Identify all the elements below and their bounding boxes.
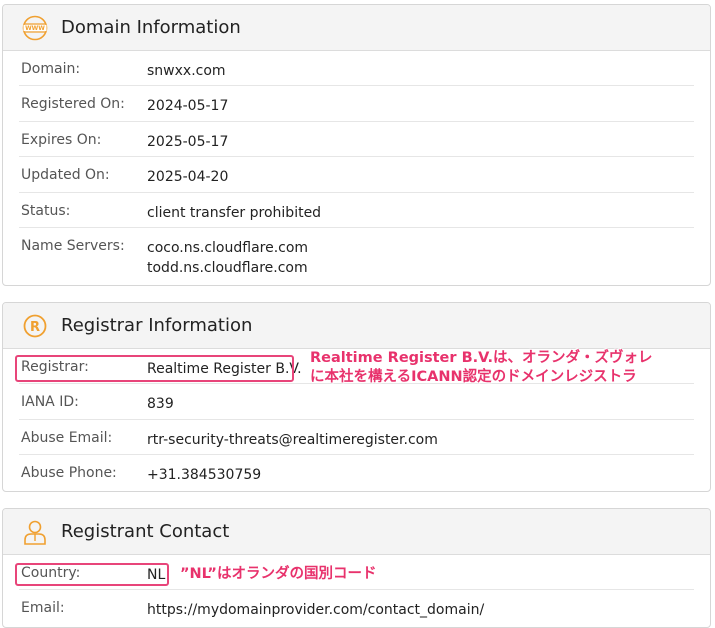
iana-id-row: IANA ID: 839 — [19, 384, 694, 420]
name-servers-row: Name Servers: coco.ns.cloudflare.com tod… — [19, 228, 694, 283]
abuse-phone-row: Abuse Phone: +31.384530759 — [19, 455, 694, 491]
registrar-information-card: R Registrar Information Registrar: Realt… — [2, 302, 711, 492]
registrar-highlight-box — [15, 355, 294, 382]
abuse-phone-value: +31.384530759 — [147, 467, 262, 483]
updated-on-label: Updated On: — [21, 167, 110, 183]
www-icon: WWW — [21, 14, 49, 42]
domain-information-title: Domain Information — [61, 17, 241, 38]
svg-text:R: R — [30, 320, 40, 335]
iana-id-label: IANA ID: — [21, 394, 79, 410]
name-servers-value: coco.ns.cloudflare.com todd.ns.cloudflar… — [147, 238, 308, 278]
registered-on-label: Registered On: — [21, 96, 125, 112]
registered-icon: R — [21, 312, 49, 340]
registrar-information-title: Registrar Information — [61, 315, 253, 336]
domain-value: snwxx.com — [147, 63, 226, 79]
email-label: Email: — [21, 600, 65, 616]
registered-on-value: 2024-05-17 — [147, 98, 229, 114]
registered-on-row: Registered On: 2024-05-17 — [19, 86, 694, 122]
abuse-email-value: rtr-security-threats@realtimeregister.co… — [147, 432, 438, 448]
registrant-contact-header: Registrant Contact — [3, 509, 710, 555]
abuse-email-row: Abuse Email: rtr-security-threats@realti… — [19, 420, 694, 455]
domain-information-header: WWW Domain Information — [3, 5, 710, 51]
status-row: Status: client transfer prohibited — [19, 193, 694, 228]
registrant-contact-title: Registrant Contact — [61, 521, 230, 542]
expires-on-label: Expires On: — [21, 132, 102, 148]
name-servers-label: Name Servers: — [21, 238, 125, 254]
status-value: client transfer prohibited — [147, 205, 322, 221]
abuse-email-label: Abuse Email: — [21, 430, 113, 446]
registrar-annotation-line1: Realtime Register B.V.は、オランダ・ズヴォレ — [310, 350, 653, 366]
updated-on-row: Updated On: 2025-04-20 — [19, 157, 694, 193]
name-server-1: coco.ns.cloudflare.com — [147, 240, 309, 256]
domain-row: Domain: snwxx.com — [19, 51, 694, 86]
registrar-annotation: Realtime Register B.V.は、オランダ・ズヴォレ に本社を構え… — [310, 349, 653, 387]
svg-text:WWW: WWW — [25, 25, 45, 32]
iana-id-value: 839 — [147, 396, 174, 412]
expires-on-value: 2025-05-17 — [147, 134, 229, 150]
domain-information-card: WWW Domain Information Domain: snwxx.com… — [2, 4, 711, 286]
email-value: https://mydomainprovider.com/contact_dom… — [147, 602, 485, 618]
domain-label: Domain: — [21, 61, 81, 77]
registrar-annotation-line2: に本社を構えるICANN認定のドメインレジストラ — [310, 369, 637, 385]
country-highlight-box — [15, 563, 169, 586]
email-row: Email: https://mydomainprovider.com/cont… — [19, 590, 694, 626]
registrar-information-header: R Registrar Information — [3, 303, 710, 349]
status-label: Status: — [21, 203, 71, 219]
name-server-2: todd.ns.cloudflare.com — [147, 260, 308, 276]
expires-on-row: Expires On: 2025-05-17 — [19, 122, 694, 157]
abuse-phone-label: Abuse Phone: — [21, 465, 117, 481]
updated-on-value: 2025-04-20 — [147, 169, 229, 185]
person-icon — [21, 518, 49, 546]
country-annotation: ”NL”はオランダの国別コード — [180, 566, 377, 582]
